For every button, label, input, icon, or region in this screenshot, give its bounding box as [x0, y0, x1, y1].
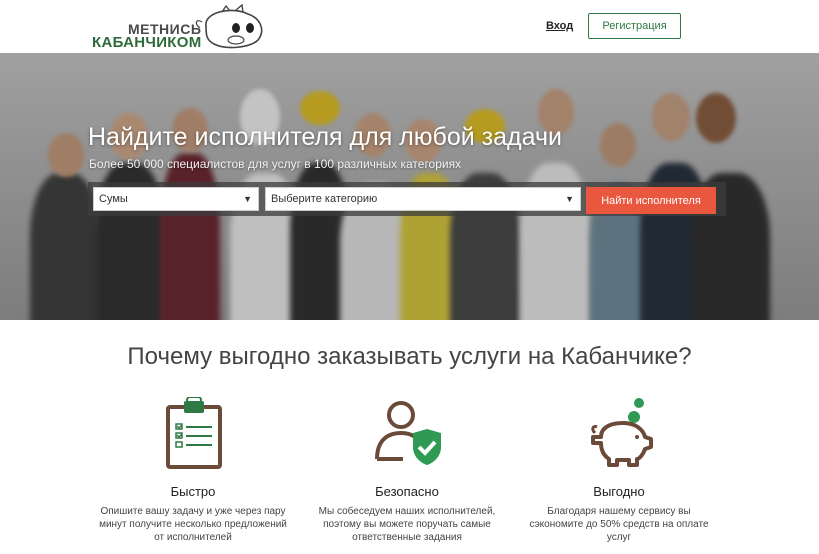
city-select-value: Сумы: [99, 193, 128, 205]
feature-profitable: Выгодно Благодаря нашему сервису вы сэко…: [524, 397, 714, 544]
site-logo[interactable]: МЕТНИСЬ КАБАНЧИКОМ: [92, 4, 272, 51]
feature-fast: Быстро Опишите вашу задачу и уже через п…: [98, 396, 288, 544]
feature-description: Мы собеседуем наших исполнителей, поэтом…: [318, 506, 496, 543]
feature-description: Благодаря нашему сервису вы сэкономите д…: [529, 506, 709, 543]
hero-title: Найдите исполнителя для любой задачи: [88, 123, 562, 151]
login-link[interactable]: Вход: [546, 20, 573, 32]
chevron-down-icon: ▼: [243, 194, 252, 204]
feature-title: Быстро: [170, 484, 216, 499]
site-header: МЕТНИСЬ КАБАНЧИКОМ Вход Регистрация: [0, 0, 819, 53]
hero-subtitle: Более 50 000 специалистов для услуг в 10…: [89, 157, 462, 171]
register-button[interactable]: Регистрация: [588, 13, 681, 39]
feature-description: Опишите вашу задачу и уже через пару мин…: [99, 506, 287, 543]
search-bar: Сумы ▼ Выберите категорию ▼ Найти исполн…: [88, 182, 726, 216]
hero-banner: Найдите исполнителя для любой задачи Бол…: [0, 53, 819, 320]
city-select[interactable]: Сумы ▼: [93, 187, 259, 211]
feature-title: Выгодно: [593, 484, 645, 499]
chevron-down-icon: ▼: [565, 194, 574, 204]
clipboard-icon: [153, 396, 233, 477]
logo-text-bottom: КАБАНЧИКОМ: [92, 34, 202, 51]
pig-logo-icon: [195, 4, 263, 49]
feature-title: Безопасно: [375, 484, 439, 499]
find-performer-button[interactable]: Найти исполнителя: [586, 187, 716, 214]
user-shield-icon: [367, 397, 447, 477]
category-select[interactable]: Выберите категорию ▼: [265, 187, 581, 211]
why-section-title: Почему выгодно заказывать услуги на Каба…: [127, 343, 692, 370]
piggy-bank-icon: [579, 397, 659, 477]
feature-safe: Безопасно Мы собеседуем наших исполнител…: [312, 397, 502, 544]
category-select-value: Выберите категорию: [271, 193, 378, 205]
